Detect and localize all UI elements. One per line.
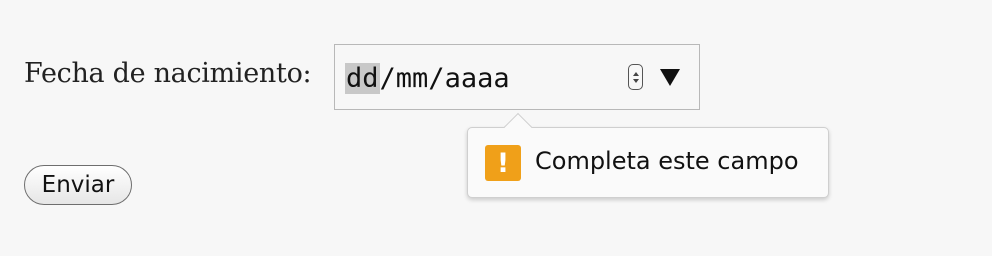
tooltip-caret bbox=[503, 112, 533, 142]
stepper-down-icon[interactable] bbox=[632, 78, 639, 83]
date-separator: / bbox=[379, 62, 396, 94]
stepper-up-icon[interactable] bbox=[632, 71, 639, 76]
date-year-segment[interactable]: aaaa bbox=[445, 63, 510, 94]
date-day-segment[interactable]: dd bbox=[345, 62, 380, 94]
date-stepper[interactable] bbox=[628, 64, 643, 90]
date-value: dd / mm / aaaa bbox=[345, 61, 510, 95]
warning-glyph: ! bbox=[496, 147, 510, 179]
date-month-segment[interactable]: mm bbox=[396, 63, 429, 94]
date-separator: / bbox=[428, 62, 445, 94]
validation-tooltip: ! Completa este campo bbox=[467, 112, 829, 198]
birthdate-label: Fecha de nacimiento: bbox=[24, 58, 312, 89]
birthdate-date-input[interactable]: dd / mm / aaaa bbox=[334, 44, 700, 110]
validation-message: Completa este campo bbox=[535, 147, 799, 175]
warning-icon: ! bbox=[485, 145, 521, 181]
dropdown-arrow-icon[interactable] bbox=[660, 69, 680, 86]
submit-button[interactable]: Enviar bbox=[24, 165, 132, 205]
form-page: Fecha de nacimiento: dd / mm / aaaa ! Comple… bbox=[0, 0, 992, 256]
